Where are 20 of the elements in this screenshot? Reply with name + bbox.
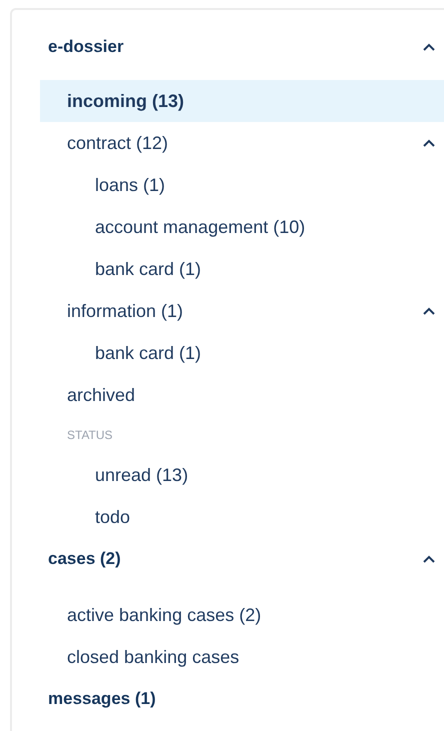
section-header[interactable]: cases (2) — [12, 538, 444, 580]
group-label: STATUS — [67, 427, 113, 444]
nav-item[interactable]: archived — [40, 374, 444, 416]
chevron-up-icon[interactable] — [423, 555, 435, 563]
chevron-up-icon[interactable] — [423, 43, 435, 51]
nav-item[interactable]: bank card (1) — [40, 248, 444, 290]
nav-item[interactable]: closed banking cases — [40, 636, 444, 678]
section-header[interactable]: e-dossier — [12, 20, 444, 74]
nav-item[interactable]: account management (10) — [40, 206, 444, 248]
nav-item[interactable]: incoming (13) — [40, 80, 444, 122]
nav-item[interactable]: todo — [40, 496, 444, 538]
nav-item[interactable]: loans (1) — [40, 164, 444, 206]
nav-item[interactable]: information (1) — [40, 290, 444, 332]
nav-item[interactable]: bank card (1) — [40, 332, 444, 374]
chevron-up-icon[interactable] — [423, 139, 435, 147]
nav-item[interactable]: contract (12) — [40, 122, 444, 164]
nav-item[interactable]: active banking cases (2) — [40, 594, 444, 636]
nav-item[interactable]: unread (13) — [40, 454, 444, 496]
chevron-up-icon[interactable] — [423, 307, 435, 315]
section-header[interactable]: messages (1) — [12, 678, 444, 720]
